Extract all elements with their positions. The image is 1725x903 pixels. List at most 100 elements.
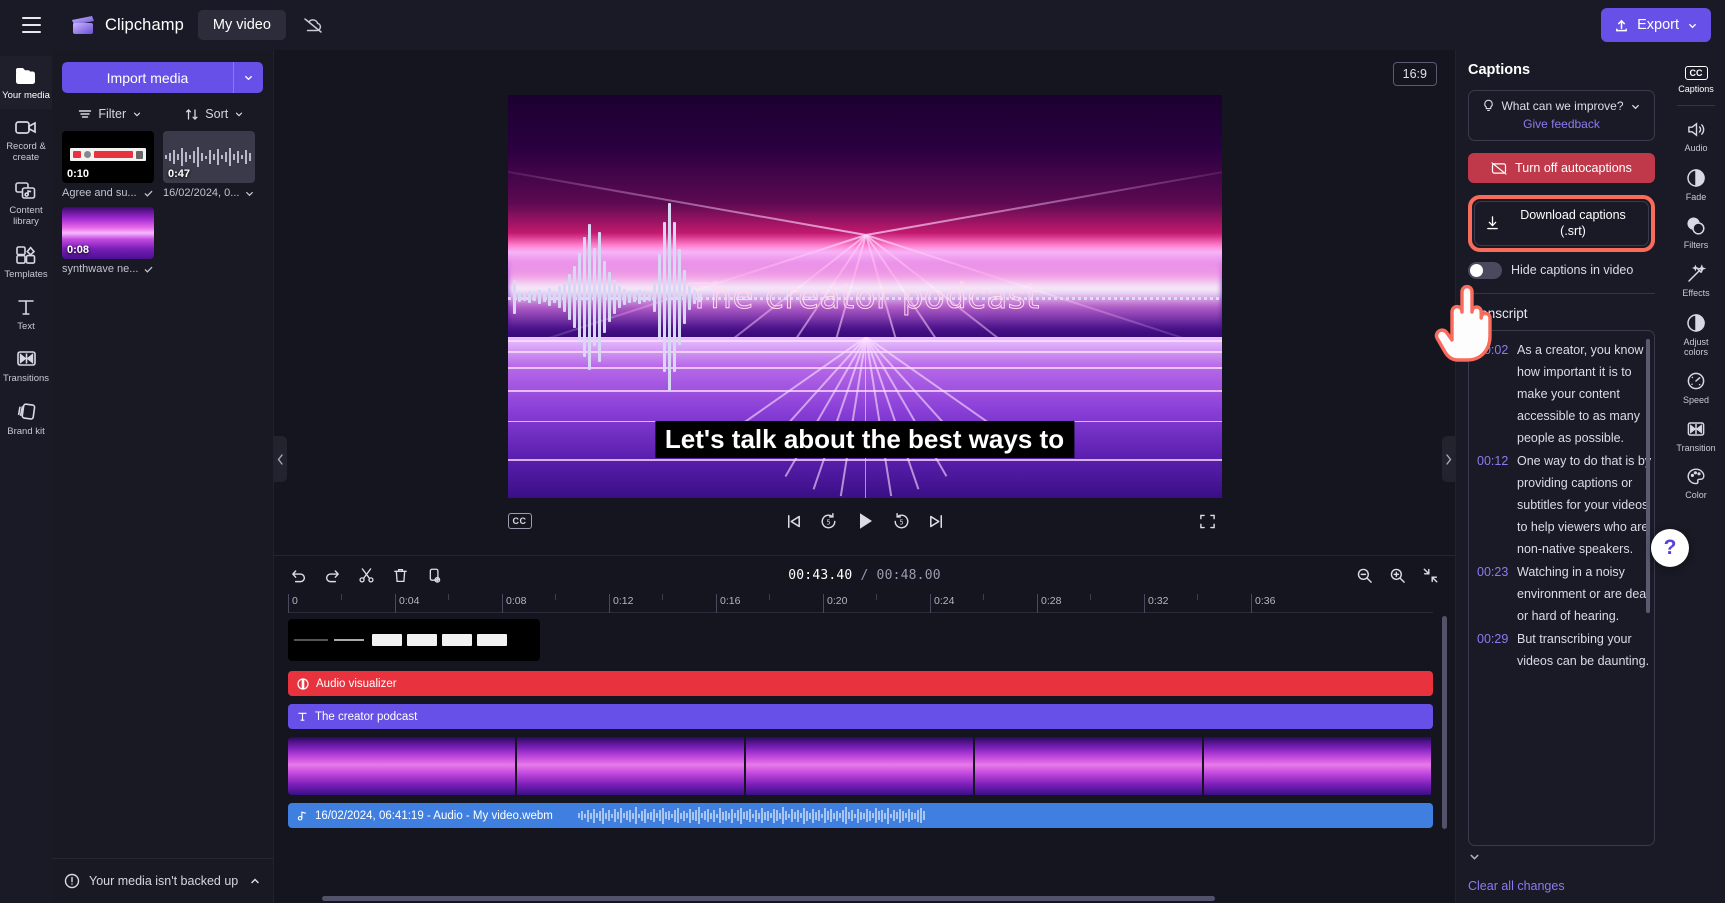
backup-status-bar[interactable]: Your media isn't backed up — [52, 858, 273, 903]
hide-captions-toggle[interactable] — [1468, 261, 1502, 279]
copy-icon[interactable] — [426, 567, 443, 584]
feedback-box[interactable]: What can we improve? Give feedback — [1468, 90, 1655, 141]
sidebar-item-content-library[interactable]: Content library — [0, 171, 52, 235]
ruler-label: 0:08 — [502, 594, 526, 613]
cc-toggle-button[interactable]: CC — [507, 513, 532, 529]
feedback-prompt-label: What can we improve? — [1501, 99, 1624, 113]
transcript-scrollbar[interactable] — [1646, 338, 1650, 838]
collapse-right-panel-button[interactable] — [1442, 436, 1455, 482]
timeline-ruler[interactable]: 0 0:04 0:08 0:12 0:16 0:20 0:24 0:28 0:3… — [288, 594, 1433, 613]
total-time: 00:48.00 — [876, 567, 941, 583]
properties-item-speed[interactable]: Speed — [1667, 363, 1725, 411]
clip-audio-visualizer[interactable]: Audio visualizer — [288, 671, 1433, 696]
clip-synthwave-video[interactable] — [288, 737, 1433, 795]
skip-forward-icon[interactable] — [927, 512, 946, 531]
folder-icon — [14, 65, 38, 86]
turn-off-label: Turn off autocaptions — [1515, 161, 1632, 175]
clip-audio-webm[interactable]: 16/02/2024, 06:41:19 - Audio - My video.… — [288, 803, 1433, 828]
properties-item-captions[interactable]: CC Captions — [1667, 58, 1725, 100]
clip-text-title[interactable]: The creator podcast — [288, 704, 1433, 729]
chevron-up-icon[interactable] — [249, 875, 261, 887]
cloud-off-icon[interactable] — [296, 8, 330, 42]
sidebar-item-label: Templates — [4, 268, 48, 280]
timeline-vertical-scrollbar[interactable] — [1442, 616, 1447, 889]
text-icon — [297, 711, 308, 722]
give-feedback-link[interactable]: Give feedback — [1477, 117, 1646, 131]
media-thumbnail-grid: 0:10 Agree and su... 0:47 16/02/2024, 0.… — [52, 131, 273, 275]
transcript-entry[interactable]: 00:29 But transcribing your videos can b… — [1477, 628, 1652, 672]
play-button[interactable] — [854, 510, 876, 532]
sidebar-item-templates[interactable]: Templates — [0, 235, 52, 288]
filter-button[interactable]: Filter — [62, 107, 159, 121]
import-media-dropdown-icon[interactable] — [233, 62, 263, 93]
split-icon[interactable] — [358, 567, 375, 584]
transcript-text: But transcribing your videos can be daun… — [1517, 631, 1650, 668]
timeline-horizontal-scrollbar[interactable] — [288, 896, 1433, 901]
download-icon — [1485, 215, 1500, 231]
aspect-ratio-badge[interactable]: 16:9 — [1392, 62, 1437, 86]
sidebar-item-transitions[interactable]: Transitions — [0, 339, 52, 392]
sidebar-item-label: Transitions — [2, 373, 50, 385]
chevron-down-icon — [132, 109, 142, 119]
media-item[interactable]: 0:08 synthwave ne... — [62, 207, 154, 275]
media-thumbnail[interactable]: 0:10 — [62, 131, 154, 183]
fit-timeline-icon[interactable] — [1422, 567, 1439, 584]
ruler-label: 0 — [288, 594, 298, 613]
properties-item-effects[interactable]: Effects — [1667, 256, 1725, 304]
zoom-out-icon[interactable] — [1356, 567, 1373, 584]
skip-back-icon[interactable] — [784, 512, 803, 531]
transport-controls: 5 5 — [784, 510, 946, 532]
transcript-expand-icon[interactable] — [1468, 850, 1655, 863]
clip-label: Audio visualizer — [316, 677, 397, 690]
media-thumbnail[interactable]: 0:47 — [163, 131, 255, 183]
clip-subscribe-thumbnails[interactable] — [288, 619, 540, 661]
hide-captions-toggle-row[interactable]: Hide captions in video — [1468, 261, 1655, 279]
undo-icon[interactable] — [290, 567, 307, 584]
import-media-button[interactable]: Import media — [62, 62, 233, 93]
zoom-in-icon[interactable] — [1389, 567, 1406, 584]
sidebar-item-label: Your media — [2, 90, 50, 101]
sidebar-item-text[interactable]: Text — [0, 288, 52, 340]
transcript-entry[interactable]: 00:12 One way to do that is by providing… — [1477, 450, 1652, 560]
video-preview[interactable]: The creator podcast Let's talk about the… — [507, 95, 1222, 498]
media-item[interactable]: 0:10 Agree and su... — [62, 131, 154, 199]
chevron-down-icon[interactable] — [244, 188, 255, 199]
palette-icon — [1686, 467, 1706, 486]
sidebar-item-your-media[interactable]: Your media — [0, 56, 52, 109]
properties-item-color[interactable]: Color — [1667, 459, 1725, 506]
transcript-box[interactable]: 00:02 As a creator, you know how importa… — [1468, 329, 1655, 846]
forward-5-icon[interactable]: 5 — [892, 512, 911, 531]
fullscreen-icon[interactable] — [1199, 513, 1216, 530]
delete-icon[interactable] — [392, 567, 409, 584]
media-name: 16/02/2024, 0... — [163, 187, 240, 199]
transcript-entry[interactable]: 00:23 Watching in a noisy environment or… — [1477, 561, 1652, 627]
properties-item-adjust-colors[interactable]: Adjust colors — [1667, 305, 1725, 364]
redo-icon[interactable] — [324, 567, 341, 584]
properties-item-transition[interactable]: Transition — [1667, 412, 1725, 459]
track-video — [288, 737, 1433, 795]
properties-item-filters[interactable]: Filters — [1667, 208, 1725, 256]
sidebar-item-record-create[interactable]: Record & create — [0, 109, 52, 171]
turn-off-autocaptions-button[interactable]: Turn off autocaptions — [1468, 153, 1655, 183]
left-tool-rail: Your media Record & create Content libra… — [0, 50, 52, 903]
chevron-down-icon — [1687, 20, 1698, 31]
rewind-5-icon[interactable]: 5 — [819, 512, 838, 531]
media-panel: Import media Filter Sort 0:10 Agree and … — [52, 50, 274, 903]
rail-divider — [1677, 105, 1715, 107]
transcript-entry[interactable]: 00:02 As a creator, you know how importa… — [1477, 339, 1652, 449]
hamburger-menu-icon[interactable] — [14, 8, 48, 42]
properties-item-fade[interactable]: Fade — [1667, 160, 1725, 208]
sidebar-item-brand-kit[interactable]: Brand kit — [0, 392, 52, 445]
feedback-prompt-row[interactable]: What can we improve? — [1477, 99, 1646, 113]
media-item[interactable]: 0:47 16/02/2024, 0... — [163, 131, 255, 199]
clear-all-changes-link[interactable]: Clear all changes — [1468, 869, 1655, 903]
media-thumbnail[interactable]: 0:08 — [62, 207, 154, 259]
export-button[interactable]: Export — [1601, 8, 1711, 42]
project-tab[interactable]: My video — [197, 10, 286, 40]
ruler-label: 0:20 — [823, 594, 847, 613]
collapse-left-panel-button[interactable] — [274, 436, 287, 482]
help-button[interactable]: ? — [1651, 529, 1689, 567]
sort-button[interactable]: Sort — [167, 107, 264, 121]
properties-item-audio[interactable]: Audio — [1667, 112, 1725, 159]
download-captions-button[interactable]: Download captions (.srt) — [1474, 201, 1649, 246]
